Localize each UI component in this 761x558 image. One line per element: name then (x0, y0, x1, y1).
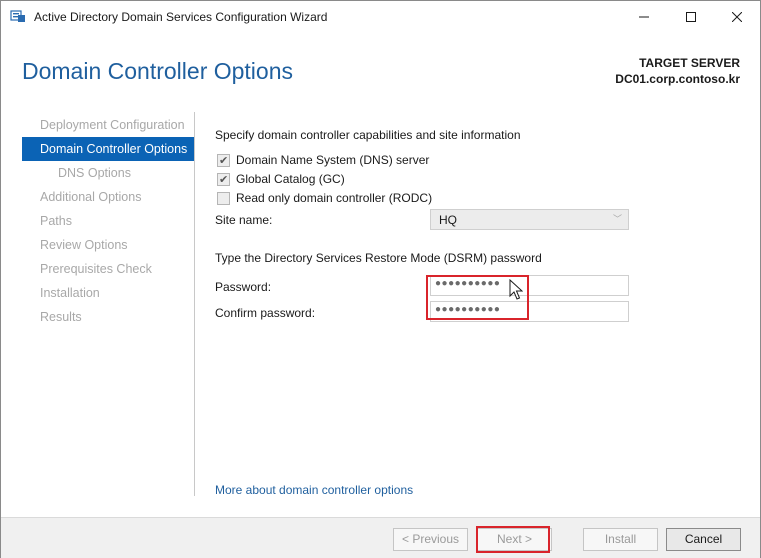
more-about-link[interactable]: More about domain controller options (215, 483, 413, 497)
chevron-down-icon: ﹀ (612, 214, 622, 224)
target-server-name: DC01.corp.contoso.kr (615, 72, 740, 86)
dns-server-label: Domain Name System (DNS) server (236, 153, 430, 167)
wizard-nav: Deployment Configuration Domain Controll… (22, 113, 194, 329)
nav-item-prerequisites-check: Prerequisites Check (40, 262, 152, 276)
server-manager-icon (10, 9, 26, 23)
next-highlight-box (476, 526, 550, 553)
rodc-label: Read only domain controller (RODC) (236, 191, 433, 205)
nav-item-review-options: Review Options (40, 238, 128, 252)
maximize-icon (686, 11, 696, 22)
cancel-button[interactable]: Cancel (666, 528, 741, 551)
site-name-select[interactable]: HQ ﹀ (430, 209, 629, 230)
close-button[interactable] (714, 1, 760, 32)
wizard-footer: < Previous Next > Install Cancel (1, 517, 760, 558)
minimize-icon (639, 16, 649, 17)
rodc-option[interactable]: Read only domain controller (RODC) (217, 190, 432, 206)
checkmark-icon: ✔ (219, 154, 229, 167)
nav-item-deployment-configuration[interactable]: Deployment Configuration (22, 113, 194, 137)
site-name-value: HQ (439, 213, 457, 227)
dsrm-heading: Type the Directory Services Restore Mode… (215, 251, 542, 265)
site-name-label: Site name: (215, 213, 273, 227)
global-catalog-option[interactable]: ✔ Global Catalog (GC) (217, 171, 345, 187)
maximize-button[interactable] (668, 1, 714, 32)
nav-item-additional-options: Additional Options (40, 190, 142, 204)
dns-server-option[interactable]: ✔ Domain Name System (DNS) server (217, 152, 429, 168)
confirm-password-label: Confirm password: (215, 306, 316, 320)
capabilities-heading: Specify domain controller capabilities a… (215, 128, 521, 142)
global-catalog-checkbox[interactable]: ✔ (217, 172, 230, 186)
page-title: Domain Controller Options (22, 58, 294, 84)
nav-item-dns-options: DNS Options (58, 166, 131, 180)
install-button[interactable]: Install (583, 528, 658, 551)
nav-item-results: Results (40, 310, 82, 324)
nav-item-domain-controller-options[interactable]: Domain Controller Options (22, 137, 194, 161)
previous-button[interactable]: < Previous (393, 528, 468, 551)
close-icon (732, 11, 742, 22)
window-title: Active Directory Domain Services Configu… (34, 10, 328, 24)
nav-item-paths: Paths (40, 214, 72, 228)
wizard-window: Active Directory Domain Services Configu… (0, 0, 761, 558)
rodc-checkbox[interactable] (217, 191, 230, 205)
mouse-pointer-icon (509, 278, 524, 304)
title-bar: Active Directory Domain Services Configu… (1, 1, 760, 32)
nav-item-installation: Installation (40, 286, 100, 300)
dns-server-checkbox[interactable]: ✔ (217, 153, 230, 167)
nav-divider (194, 112, 195, 496)
target-server-label: TARGET SERVER (639, 56, 740, 70)
minimize-button[interactable] (621, 1, 667, 32)
checkmark-icon: ✔ (219, 173, 229, 186)
global-catalog-label: Global Catalog (GC) (236, 172, 345, 186)
password-label: Password: (215, 280, 272, 294)
